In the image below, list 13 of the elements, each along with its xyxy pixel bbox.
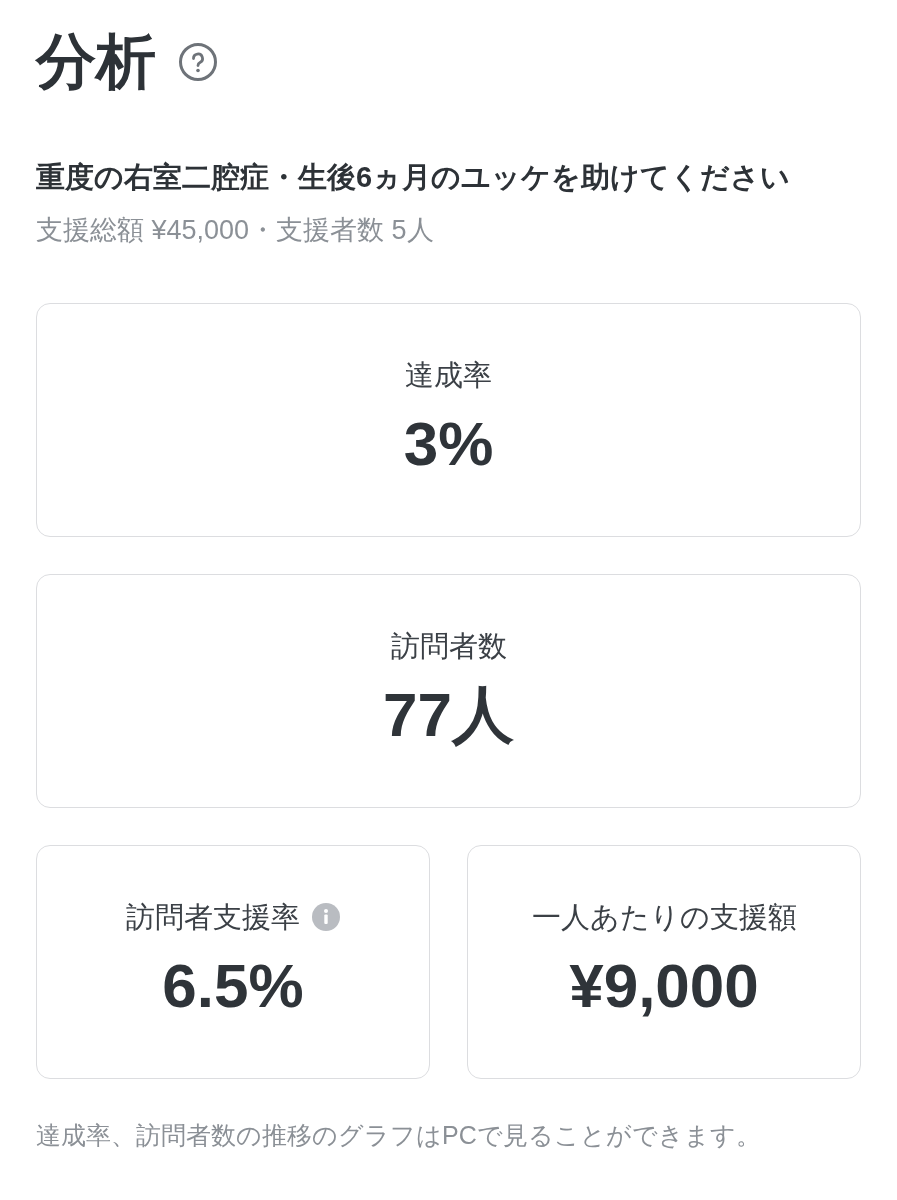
help-icon[interactable] [178,42,218,82]
campaign-title: 重度の右室二腔症・生後6ヵ月のユッケを助けてください [36,160,792,195]
campaign-summary: 支援総額 ¥45,000・支援者数 5人 [36,214,435,247]
footer-note: 達成率、訪問者数の推移のグラフはPCで見ることができます。 [36,1120,762,1151]
metric-value: ¥9,000 [569,953,759,1019]
metric-label: 達成率 [405,358,492,393]
metric-value: 3% [403,411,494,477]
metric-label: 訪問者支援率 [126,900,300,935]
page-title: 分析 [36,27,156,97]
metric-value: 6.5% [162,953,304,1019]
metric-label: 訪問者数 [390,629,507,664]
metric-label: 一人あたりの支援額 [531,900,797,935]
metric-value: 77人 [383,682,514,748]
